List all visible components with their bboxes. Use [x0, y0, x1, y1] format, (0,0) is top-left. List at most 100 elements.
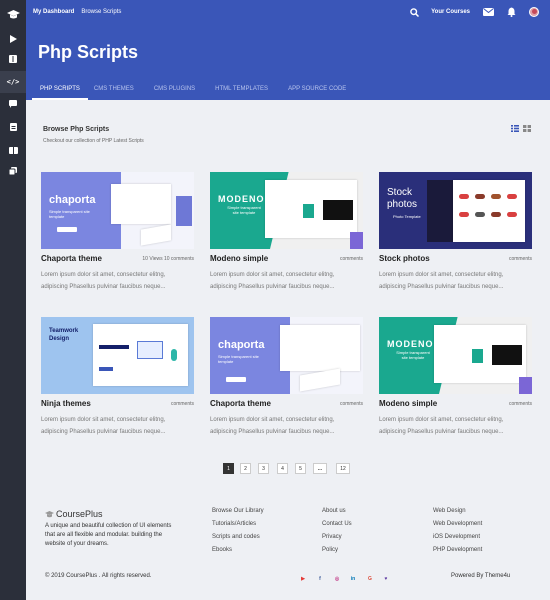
thumb-tagline: Simple transparent site template: [218, 354, 259, 364]
card-description: Lorem ipsum dolor sit amet, consectetur …: [41, 414, 194, 438]
twitch-icon[interactable]: ♥: [382, 575, 390, 583]
footer-link[interactable]: Contact Us: [322, 521, 352, 527]
thumb-heading: [99, 345, 129, 349]
thumb-window: [111, 184, 171, 224]
desc-line: Lorem ipsum dolor sit amet, consectetur …: [379, 272, 504, 278]
bell-icon[interactable]: [507, 7, 516, 17]
footer-link[interactable]: iOS Development: [433, 534, 480, 540]
list-view-icon[interactable]: [511, 119, 519, 132]
tab-cms-plugins[interactable]: CMS PLUGINS: [142, 80, 203, 100]
comment-icon[interactable]: [0, 94, 26, 114]
footer-link[interactable]: About us: [322, 508, 346, 514]
course-card[interactable]: MODENO Simple transparent site template …: [210, 172, 363, 290]
tab-html-templates[interactable]: HTML TEMPLATES: [203, 80, 276, 100]
card-thumbnail[interactable]: Stock photos Photo Template: [379, 172, 532, 249]
thumb-cta: [57, 227, 77, 232]
page-button-2[interactable]: 2: [240, 463, 251, 474]
search-icon[interactable]: [410, 7, 420, 17]
tab-php-scripts[interactable]: PHP SCRIPTS: [32, 80, 88, 100]
page-button-12[interactable]: 12: [336, 463, 350, 474]
desc-line: adipiscing Phasellus pulvinar faucibus n…: [379, 284, 504, 290]
course-card[interactable]: chaporta Simple transparent site templat…: [41, 172, 194, 290]
facebook-icon[interactable]: f: [316, 575, 324, 583]
footer-link[interactable]: Scripts and codes: [212, 534, 260, 540]
course-card[interactable]: Stock photos Photo Template Stock photos…: [379, 172, 532, 290]
footer-link[interactable]: Web Design: [433, 508, 466, 514]
page-button-5[interactable]: 5: [295, 463, 306, 474]
section-title: Browse Php Scripts: [43, 126, 110, 133]
card-title[interactable]: Chaporta theme: [41, 254, 102, 263]
card-title[interactable]: Ninja themes: [41, 399, 91, 408]
footer-link[interactable]: PHP Development: [433, 547, 482, 553]
book-icon[interactable]: [0, 49, 26, 69]
thumb-corner: [350, 232, 363, 249]
grid-view-icon[interactable]: [523, 119, 531, 132]
thumb-tagline: Simple transparent site template: [227, 205, 261, 215]
mail-icon[interactable]: [483, 8, 494, 16]
category-tabs: PHP SCRIPTS CMS THEMES CMS PLUGINS HTML …: [26, 80, 550, 100]
card-description: Lorem ipsum dolor sit amet, consectetur …: [379, 414, 532, 438]
footer-link[interactable]: Policy: [322, 547, 338, 553]
code-icon[interactable]: </>: [0, 71, 26, 93]
page-button-4[interactable]: 4: [277, 463, 288, 474]
linkedin-icon[interactable]: in: [349, 575, 357, 583]
tab-app-source-code[interactable]: APP SOURCE CODE: [276, 80, 354, 100]
document-icon[interactable]: [0, 117, 26, 137]
card-title[interactable]: Stock photos: [379, 254, 430, 263]
your-courses-link[interactable]: Your Courses: [431, 9, 470, 15]
about-line: A unique and beautiful collection of UI …: [45, 523, 172, 529]
course-card[interactable]: MODENO Simple transparent site template …: [379, 317, 532, 435]
thumb-block: [176, 196, 192, 226]
copy-icon[interactable]: [0, 161, 26, 181]
graduation-cap-icon[interactable]: [0, 4, 26, 26]
thumb-brand: MODENO: [387, 339, 434, 349]
desc-line: adipiscing Phasellus pulvinar faucibus n…: [210, 429, 335, 435]
desc-line: Lorem ipsum dolor sit amet, consectetur …: [210, 272, 335, 278]
thumb-shoe: [475, 194, 485, 199]
powered-by: Powered By Theme4u: [451, 573, 511, 579]
thumb-tagline: Simple transparent site template: [396, 350, 430, 360]
footer-link[interactable]: Tutorials/Articles: [212, 521, 256, 527]
tab-cms-themes[interactable]: CMS THEMES: [88, 80, 142, 100]
youtube-icon[interactable]: ▶: [299, 575, 307, 583]
breadcrumb-browse-scripts[interactable]: Browse Scripts: [81, 9, 121, 15]
book-open-icon[interactable]: [0, 140, 26, 160]
footer-link[interactable]: Ebooks: [212, 547, 232, 553]
footer-logo[interactable]: CoursePlus: [45, 509, 103, 519]
card-thumbnail[interactable]: MODENO Simple transparent site template: [379, 317, 532, 394]
card-thumbnail[interactable]: chaporta Simple transparent site templat…: [41, 172, 194, 249]
card-thumbnail[interactable]: Teamwork Design: [41, 317, 194, 394]
top-bar: My Dashboard Browse Scripts Your Courses: [26, 0, 550, 24]
card-thumbnail[interactable]: chaporta Simple transparent site templat…: [210, 317, 363, 394]
thumb-tagline: Photo Template: [393, 214, 421, 219]
thumb-cta: [99, 367, 113, 371]
avatar[interactable]: [529, 7, 539, 17]
desc-line: adipiscing Phasellus pulvinar faucibus n…: [210, 284, 335, 290]
card-meta: 10 Views 10 comments: [142, 256, 194, 262]
desc-line: Lorem ipsum dolor sit amet, consectetur …: [210, 417, 335, 423]
footer-link[interactable]: Privacy: [322, 534, 342, 540]
course-card[interactable]: Teamwork Design Ninja themes comments Lo…: [41, 317, 194, 435]
play-icon[interactable]: [0, 29, 26, 49]
thumb-window: [280, 325, 360, 371]
thumb-dark-panel: [492, 345, 522, 365]
footer-link[interactable]: Web Development: [433, 521, 482, 527]
google-plus-icon[interactable]: G: [366, 575, 374, 583]
instagram-icon[interactable]: ◎: [333, 575, 341, 583]
thumb-shoe: [459, 212, 469, 217]
card-title[interactable]: Chaporta theme: [210, 399, 271, 408]
thumb-shoe: [459, 194, 469, 199]
footer-link[interactable]: Browse Our Library: [212, 508, 264, 514]
card-title[interactable]: Modeno simple: [379, 399, 437, 408]
course-card[interactable]: chaporta Simple transparent site templat…: [210, 317, 363, 435]
thumb-dark-panel: [323, 200, 353, 220]
page-button-1[interactable]: 1: [223, 463, 234, 474]
thumb-doc: [472, 349, 483, 363]
desc-line: Lorem ipsum dolor sit amet, consectetur …: [379, 417, 504, 423]
thumb-brand: chaporta: [218, 339, 265, 351]
card-title[interactable]: Modeno simple: [210, 254, 268, 263]
page-button-3[interactable]: 3: [258, 463, 269, 474]
breadcrumb-dashboard[interactable]: My Dashboard: [33, 9, 74, 15]
desc-line: adipiscing Phasellus pulvinar faucibus n…: [41, 284, 166, 290]
card-thumbnail[interactable]: MODENO Simple transparent site template: [210, 172, 363, 249]
